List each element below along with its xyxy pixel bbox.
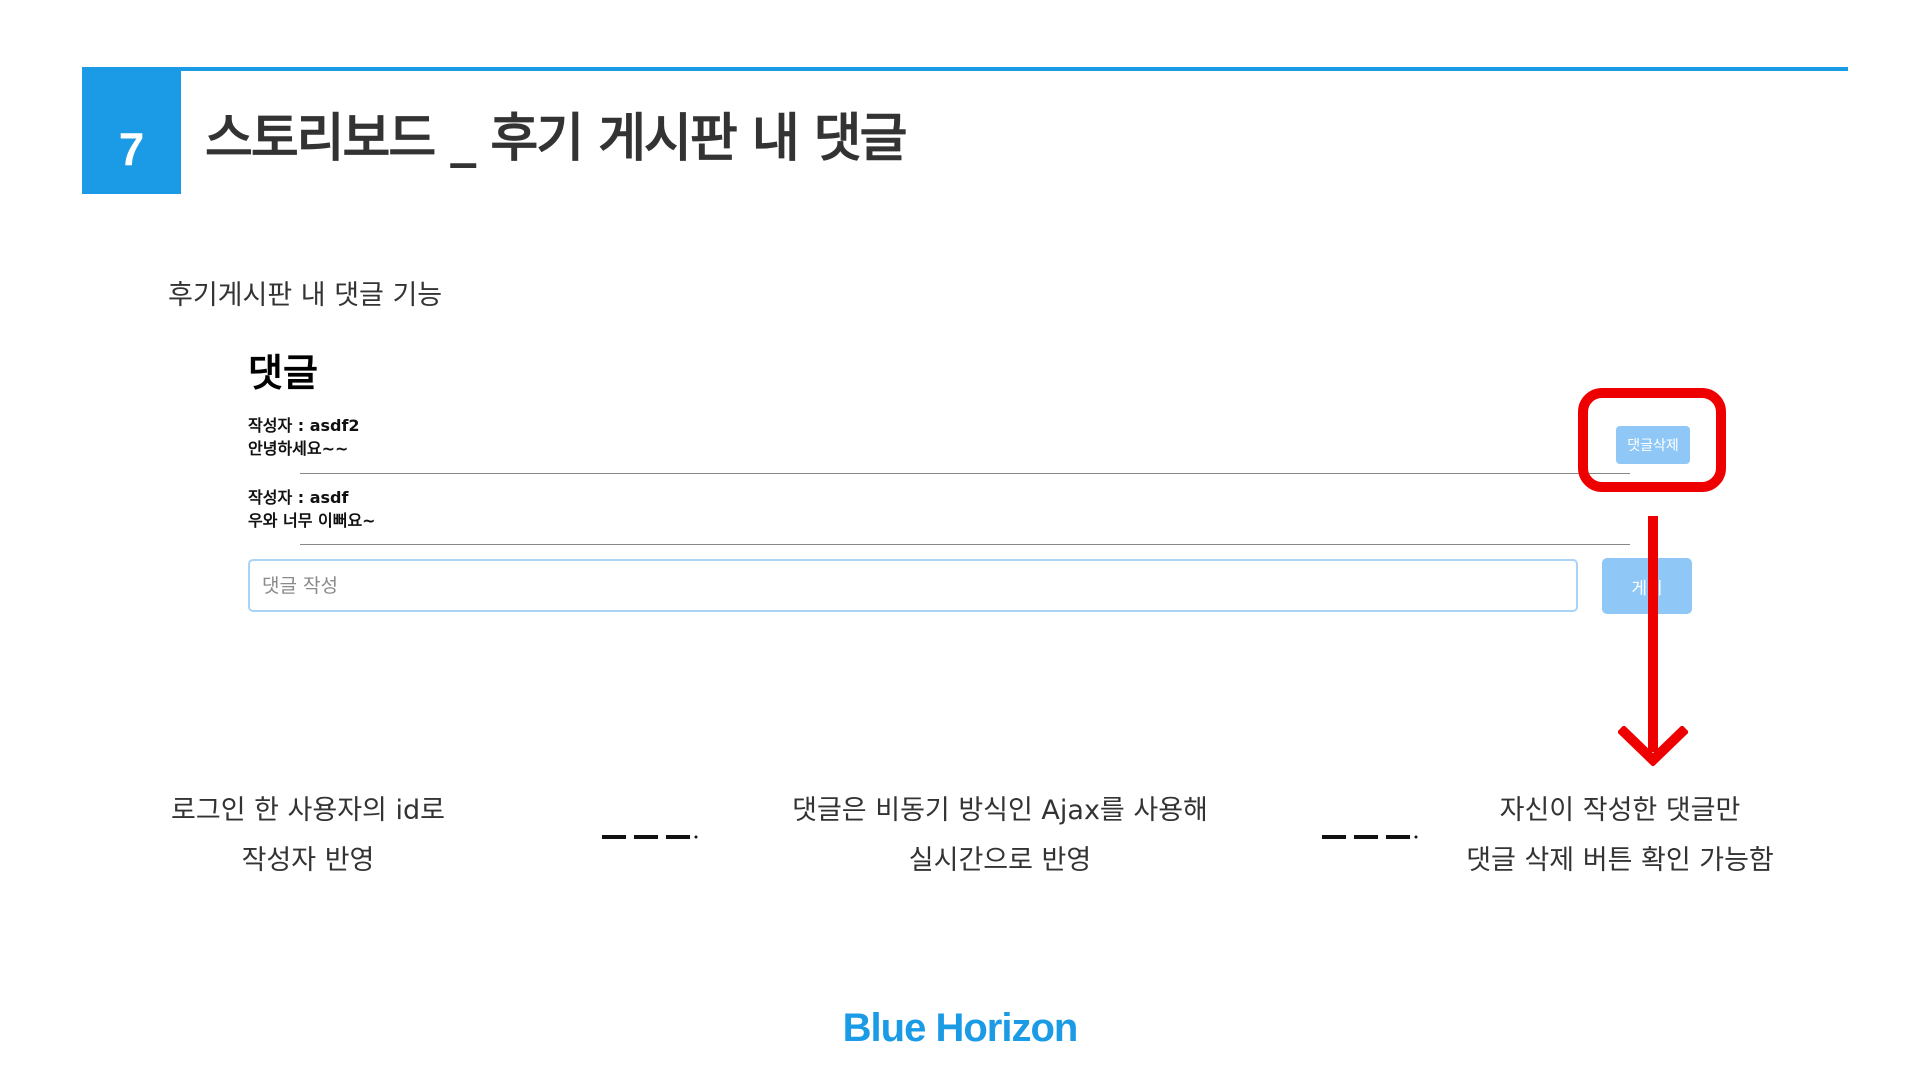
comment-divider [300, 544, 1630, 545]
brand-logo: Blue Horizon [842, 1006, 1079, 1050]
section-number-badge: 7 [82, 71, 181, 194]
caption-line: 댓글 삭제 버튼 확인 가능함 [1466, 845, 1774, 876]
caption-right: 자신이 작성한 댓글만 댓글 삭제 버튼 확인 가능함 [1440, 786, 1800, 886]
comment-input[interactable] [248, 559, 1578, 612]
comment-divider [300, 473, 1630, 474]
dashed-connector [1322, 835, 1418, 839]
comment-author: 작성자 : asdf2 [248, 416, 360, 435]
caption-line: 실시간으로 반영 [908, 845, 1092, 876]
post-comment-button[interactable]: 게시 [1602, 558, 1692, 614]
comment-content: 우와 너무 이뻐요~ [248, 511, 376, 530]
caption-line: 자신이 작성한 댓글만 [1499, 795, 1741, 826]
arrow-down-icon [1618, 726, 1688, 766]
comments-heading: 댓글 [248, 351, 318, 395]
comment-content: 안녕하세요~~ [248, 439, 349, 458]
header-rule [82, 67, 1848, 71]
caption-middle: 댓글은 비동기 방식인 Ajax를 사용해 실시간으로 반영 [760, 786, 1240, 886]
caption-line: 작성자 반영 [241, 845, 375, 876]
section-subtitle: 후기게시판 내 댓글 기능 [168, 280, 443, 311]
caption-left: 로그인 한 사용자의 id로 작성자 반영 [150, 786, 466, 886]
comment-author: 작성자 : asdf [248, 488, 349, 507]
comment-panel-screenshot: 댓글 작성자 : asdf2 안녕하세요~~ 작성자 : asdf 우와 너무 … [240, 338, 1710, 638]
dashed-connector [602, 835, 698, 839]
caption-line: 로그인 한 사용자의 id로 [171, 795, 445, 826]
comment-item: 작성자 : asdf 우와 너무 이뻐요~ [248, 486, 1640, 532]
caption-line: 댓글은 비동기 방식인 Ajax를 사용해 [792, 795, 1208, 826]
highlight-box [1578, 388, 1726, 492]
slide-title: 스토리보드 _ 후기 게시판 내 댓글 [205, 109, 907, 169]
arrow-shaft [1648, 516, 1658, 752]
comment-item: 작성자 : asdf2 안녕하세요~~ [248, 414, 1640, 460]
